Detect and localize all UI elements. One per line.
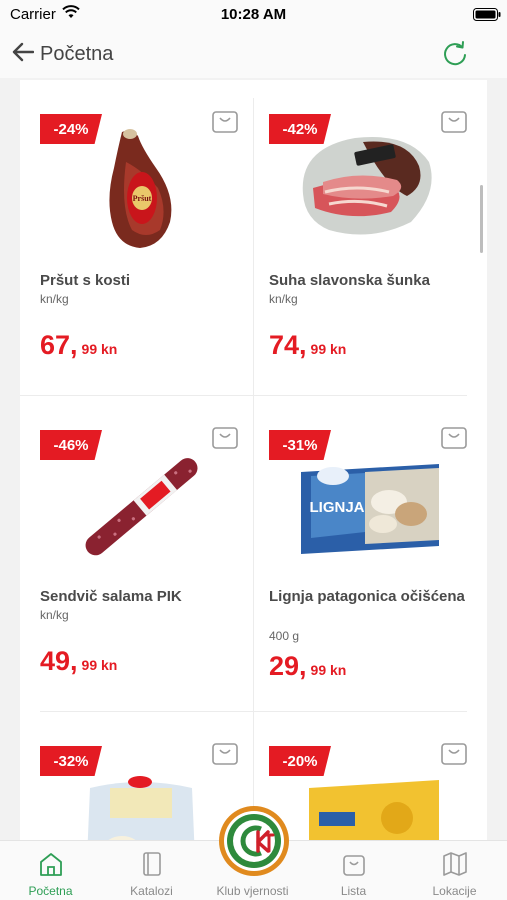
add-to-cart-button[interactable] [440,738,468,766]
product-card[interactable]: -31% LIGNJA Lignja patagonica očišćena 4… [249,396,482,712]
home-icon [40,853,62,876]
product-unit: 400 g [269,629,300,643]
product-unit: kn/kg [269,292,298,306]
product-grid: -24% Pršut Pršut s kosti kn/kg 67, 99 kn… [20,80,487,840]
add-to-cart-button[interactable] [211,422,239,450]
shopping-bag-icon [441,427,467,449]
club-logo[interactable] [218,805,290,877]
product-unit: kn/kg [40,608,69,622]
tab-label: Lista [340,884,367,898]
map-icon [443,852,467,876]
catalog-icon [143,852,161,876]
product-name: Sendvič salama PIK [40,588,182,605]
status-bar: Carrier 10:28 AM [0,0,507,30]
tab-label: Klub vjernosti [216,884,289,898]
product-image-sliced-ham [302,137,432,235]
back-label: Početna [40,42,114,65]
tab-katalozi[interactable]: Katalozi [101,841,202,900]
price-main: 74, [269,330,307,360]
product-card[interactable]: -24% Pršut Pršut s kosti kn/kg 67, 99 kn [20,80,253,396]
product-name: Lignja patagonica očišćena [269,588,465,605]
add-to-cart-button[interactable] [211,738,239,766]
price-decimal: 99 kn [310,341,347,357]
product-image-squid-rings-pack [87,776,195,840]
product-card[interactable]: -46% Sendvič salama PIK kn/kg 49, 99 kn [20,396,253,712]
navigation-bar: Početna [0,30,507,78]
product-price: 67, 99 kn [40,330,117,361]
price-main: 67, [40,330,78,360]
back-button[interactable]: Početna [12,40,113,68]
product-price: 49, 99 kn [40,646,117,677]
shopping-bag-icon [212,111,238,133]
shopping-bag-icon [212,743,238,765]
product-unit: kn/kg [40,292,69,306]
tab-lokacije[interactable]: Lokacije [404,841,505,900]
scroll-indicator[interactable] [480,185,483,253]
product-price: 29, 99 kn [269,651,346,682]
price-decimal: 99 kn [81,657,118,673]
svg-text:Pršut: Pršut [133,194,152,203]
product-price: 74, 99 kn [269,330,346,361]
battery-icon [473,8,501,26]
product-image-prsut: Pršut [109,129,172,248]
shopping-bag-icon [343,855,365,876]
product-image-gouda [309,780,439,840]
loyalty-club-logo-icon [219,806,289,876]
refresh-button[interactable] [440,38,472,70]
product-name: Pršut s kosti [40,272,131,289]
add-to-cart-button[interactable] [211,106,239,134]
product-image-squid-box: LIGNJA [301,464,439,554]
tab-label: Katalozi [130,884,173,898]
svg-text:LIGNJA: LIGNJA [309,499,364,516]
price-decimal: 99 kn [310,662,347,678]
tab-label: Početna [28,884,73,898]
tab-label: Lokacije [432,884,477,898]
product-name: Suha slavonska šunka [269,272,430,289]
price-decimal: 99 kn [81,341,118,357]
tab-pocetna[interactable]: Početna [0,841,101,900]
price-main: 49, [40,646,78,676]
shopping-bag-icon [441,111,467,133]
clock: 10:28 AM [220,6,287,23]
product-card[interactable]: -42% Suha slavonska šunka kn/kg 74, 99 k… [249,80,482,396]
add-to-cart-button[interactable] [440,422,468,450]
tab-lista[interactable]: Lista [303,841,404,900]
back-arrow-icon [12,42,35,67]
shopping-bag-icon [441,743,467,765]
price-main: 29, [269,651,307,681]
product-image-salami [85,458,198,556]
shopping-bag-icon [212,427,238,449]
add-to-cart-button[interactable] [440,106,468,134]
refresh-icon [444,41,466,66]
